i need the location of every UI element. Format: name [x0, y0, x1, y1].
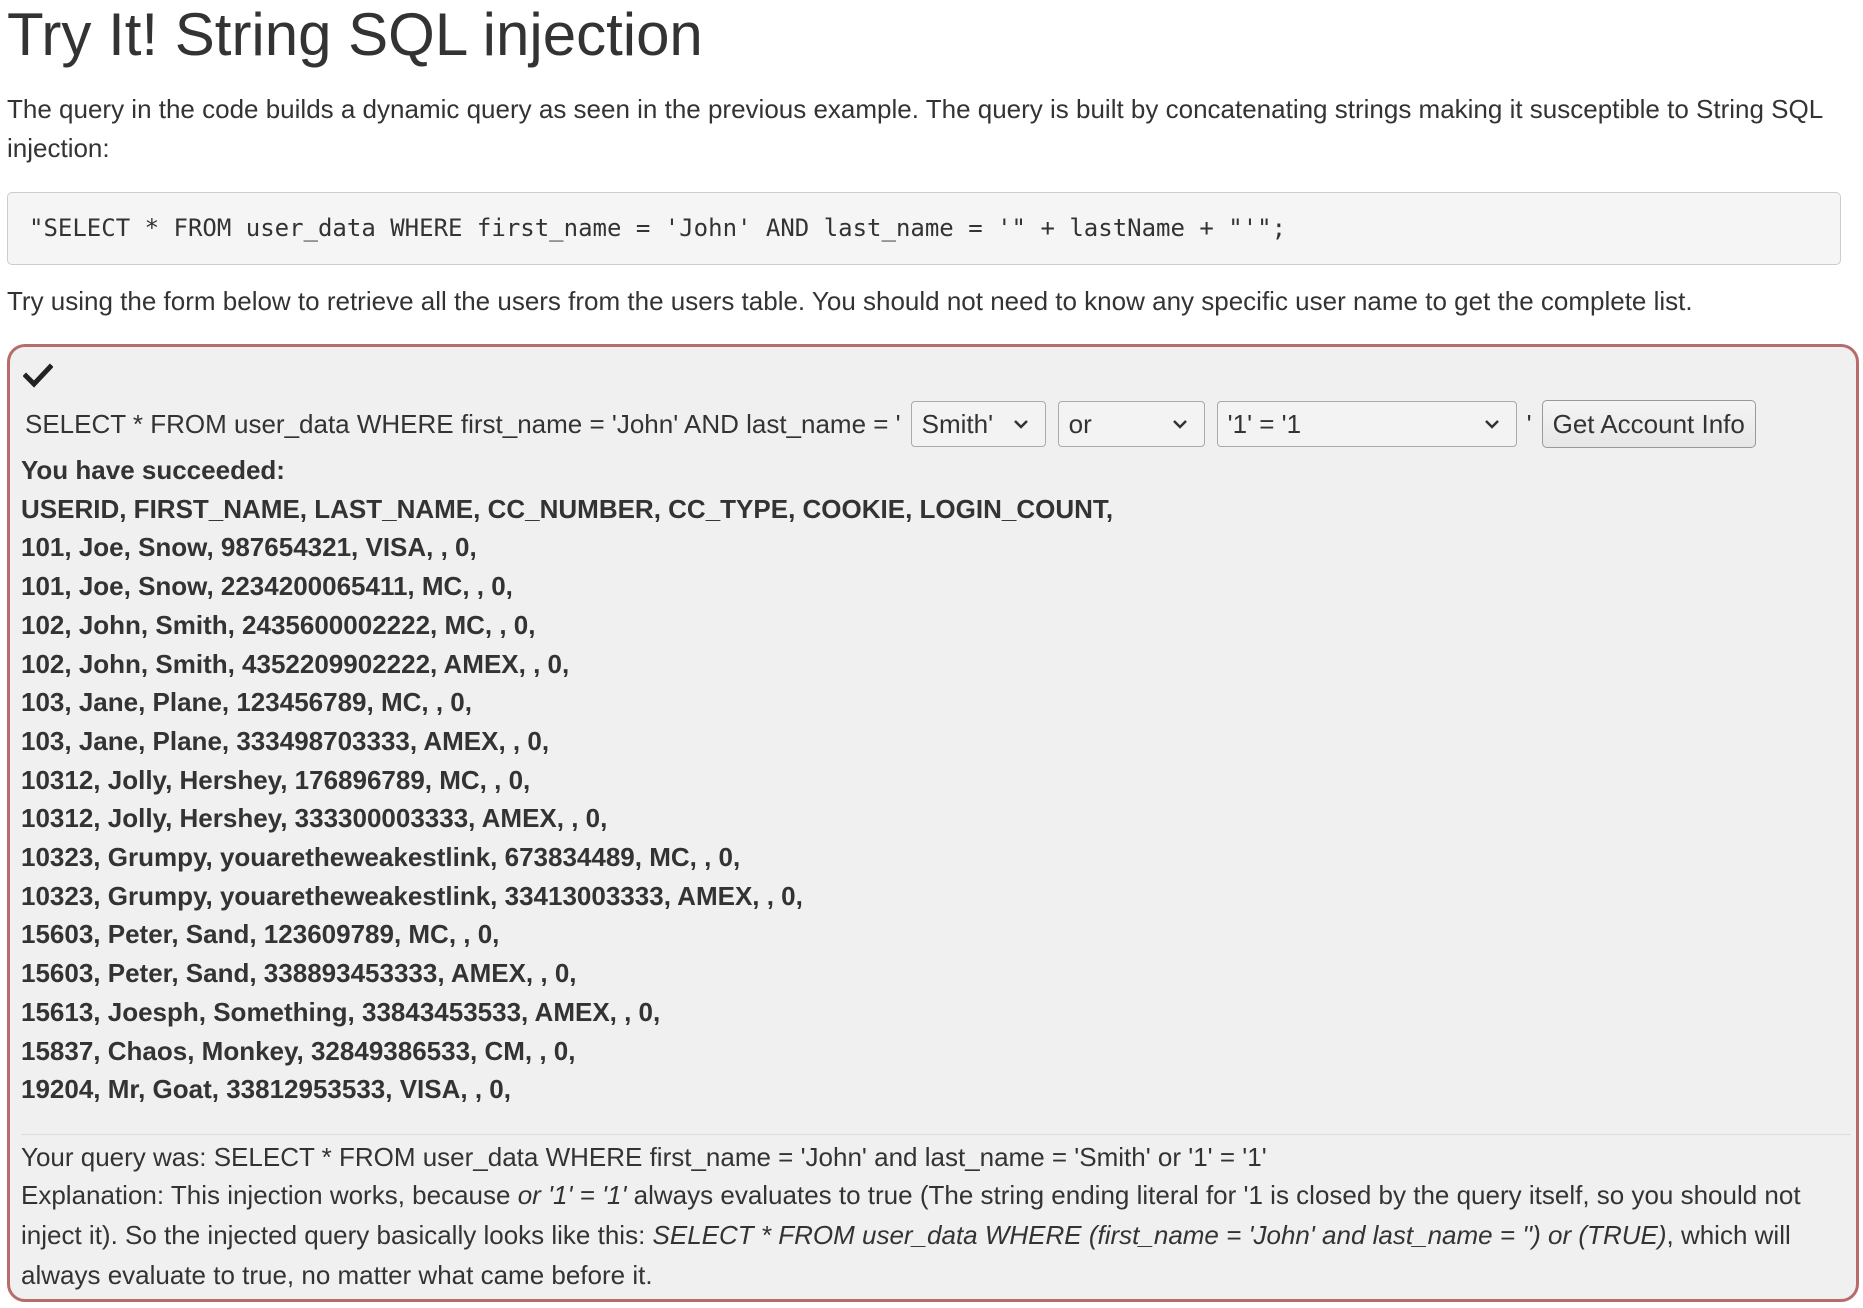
- result-row: 103, Jane, Plane, 123456789, MC, , 0,: [21, 687, 472, 718]
- assignment-panel: SELECT * FROM user_data WHERE first_name…: [7, 344, 1859, 1302]
- instruction-text: Try using the form below to retrieve all…: [7, 286, 1693, 316]
- result-row: 101, Joe, Snow, 987654321, VISA, , 0,: [21, 532, 477, 563]
- code-snippet: "SELECT * FROM user_data WHERE first_nam…: [7, 192, 1841, 265]
- last-name-select[interactable]: Smith': [910, 401, 1046, 447]
- result-row: 15837, Chaos, Monkey, 32849386533, CM, ,…: [21, 1035, 576, 1066]
- condition-select[interactable]: '1' = '1: [1216, 401, 1517, 447]
- result-row: 15613, Joesph, Something, 33843453533, A…: [21, 996, 661, 1027]
- explanation-part: Explanation: This injection works, becau…: [21, 1180, 518, 1210]
- divider: [21, 1134, 1851, 1135]
- closing-quote: ': [1526, 408, 1532, 439]
- result-row: 103, Jane, Plane, 333498703333, AMEX, , …: [21, 725, 550, 756]
- result-row: 15603, Peter, Sand, 123609789, MC, , 0,: [21, 919, 500, 950]
- result-row: 15603, Peter, Sand, 338893453333, AMEX, …: [21, 958, 577, 989]
- query-prefix: SELECT * FROM user_data WHERE first_name…: [25, 408, 901, 439]
- result-row: 10323, Grumpy, youaretheweakestlink, 673…: [21, 842, 741, 873]
- check-icon: [23, 363, 53, 388]
- result-row: 19204, Mr, Goat, 33812953533, VISA, , 0,: [21, 1074, 511, 1105]
- operator-select[interactable]: or: [1057, 401, 1205, 447]
- intro-text: The query in the code builds a dynamic q…: [7, 94, 1823, 163]
- explanation-emphasis: SELECT * FROM user_data WHERE (first_nam…: [652, 1220, 1667, 1250]
- lesson-page: Try It! String SQL injection The query i…: [0, 0, 1863, 1308]
- result-row: 102, John, Smith, 2435600002222, MC, , 0…: [21, 609, 536, 640]
- result-row: 10312, Jolly, Hershey, 176896789, MC, , …: [21, 764, 531, 795]
- get-account-info-button[interactable]: Get Account Info: [1541, 400, 1756, 448]
- result-row: 10323, Grumpy, youaretheweakestlink, 334…: [21, 880, 803, 911]
- result-row: 101, Joe, Snow, 2234200065411, MC, , 0,: [21, 571, 513, 602]
- result-header-row: USERID, FIRST_NAME, LAST_NAME, CC_NUMBER…: [21, 493, 1114, 524]
- query-echo: Your query was: SELECT * FROM user_data …: [21, 1142, 1267, 1172]
- page-title: Try It! String SQL injection: [7, 1, 703, 68]
- chevron-down-icon: [1172, 420, 1187, 429]
- success-message: You have succeeded:: [21, 455, 285, 485]
- explanation-text: Explanation: This injection works, becau…: [21, 1175, 1847, 1295]
- chevron-down-icon: [1484, 420, 1499, 429]
- injection-form: SELECT * FROM user_data WHERE first_name…: [25, 400, 1756, 448]
- chevron-down-icon: [1013, 420, 1028, 429]
- result-output: You have succeeded: USERID, FIRST_NAME, …: [21, 451, 1851, 1109]
- result-row: 10312, Jolly, Hershey, 333300003333, AME…: [21, 803, 608, 834]
- explanation-emphasis: or '1' = '1': [517, 1180, 627, 1210]
- condition-select-value: '1' = '1: [1227, 408, 1302, 439]
- result-row: 102, John, Smith, 4352209902222, AMEX, ,…: [21, 648, 570, 679]
- operator-select-value: or: [1068, 408, 1092, 439]
- last-name-select-value: Smith': [921, 408, 994, 439]
